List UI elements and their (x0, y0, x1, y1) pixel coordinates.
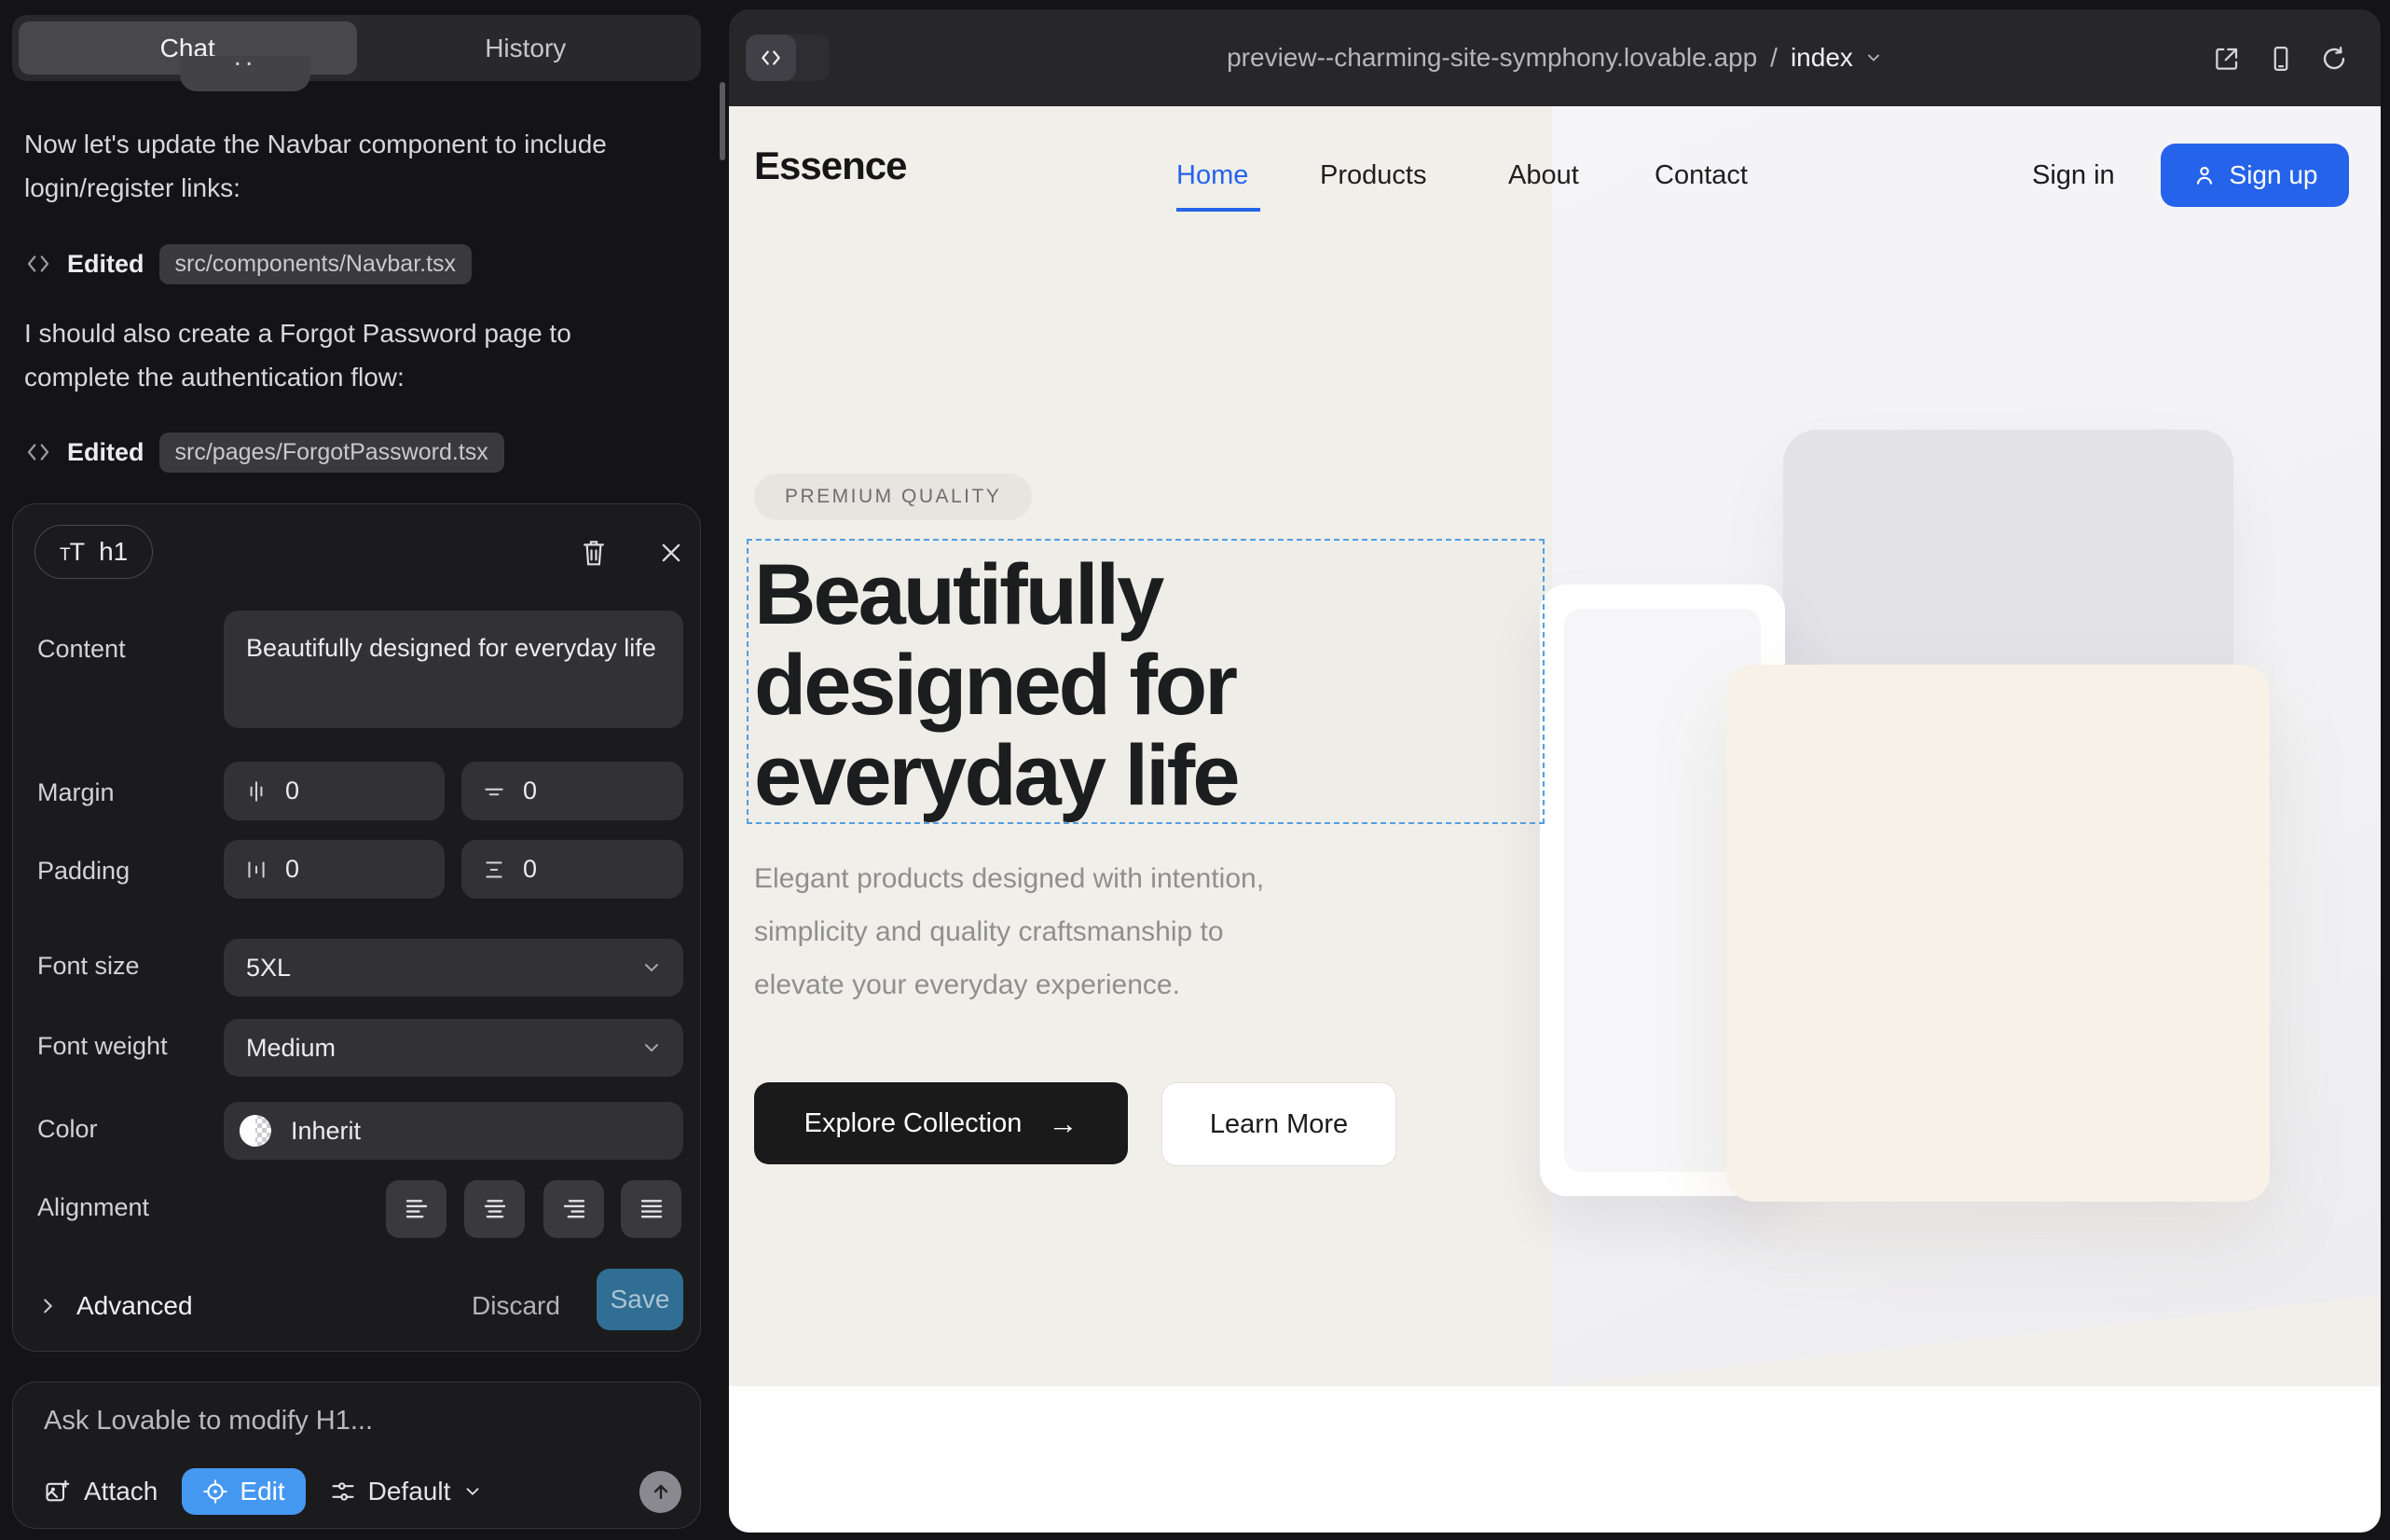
mobile-view-icon[interactable] (2267, 45, 2295, 73)
font-weight-label: Font weight (37, 1032, 168, 1061)
discard-button[interactable]: Discard (472, 1280, 560, 1332)
chat-composer: Ask Lovable to modify H1... Attach Edit (12, 1382, 701, 1529)
url-page: index (1791, 43, 1853, 73)
crosshair-icon (202, 1478, 228, 1505)
browser-chrome: preview--charming-site-symphony.lovable.… (729, 9, 2381, 106)
margin-x-input[interactable]: 0 (224, 762, 445, 820)
chevron-right-icon (37, 1296, 58, 1316)
mode-select[interactable]: Default (330, 1477, 484, 1506)
align-justify-button[interactable] (621, 1180, 681, 1238)
edited-file-chip[interactable]: src/pages/ForgotPassword.tsx (159, 433, 504, 473)
send-button[interactable] (639, 1471, 681, 1513)
color-select[interactable]: Inherit (224, 1102, 683, 1160)
padding-y-input[interactable]: 0 (461, 840, 683, 899)
edited-label: Edited (67, 250, 144, 279)
composer-toolbar: Attach Edit Default (44, 1468, 681, 1515)
sliders-icon (330, 1478, 356, 1505)
padding-label: Padding (37, 857, 130, 886)
url-domain: preview--charming-site-symphony.lovable.… (1227, 43, 1757, 73)
content-label: Content (37, 635, 126, 664)
signup-button[interactable]: Sign up (2161, 144, 2349, 207)
nav-link-home[interactable]: Home (1176, 160, 1248, 191)
margin-vertical-icon (482, 779, 506, 804)
lovable-sidebar: Chat History .. Now let's update the Nav… (0, 0, 727, 1540)
refresh-icon[interactable] (2320, 45, 2348, 73)
text-size-icon: TT (60, 538, 84, 567)
open-external-icon[interactable] (2213, 45, 2241, 73)
url-bar[interactable]: preview--charming-site-symphony.lovable.… (729, 9, 2381, 106)
code-icon (24, 250, 52, 278)
url-separator: / (1770, 43, 1778, 73)
chat-message: I should also create a Forgot Password p… (24, 311, 658, 399)
tab-history[interactable]: History (357, 21, 695, 75)
image-plus-icon (44, 1478, 70, 1505)
decor-card-cream (1726, 665, 2270, 1202)
margin-y-input[interactable]: 0 (461, 762, 683, 820)
element-editor-panel: TT h1 Content Beautifully designed for e… (12, 503, 701, 1352)
attach-button[interactable]: Attach (44, 1477, 158, 1506)
user-icon (2192, 163, 2217, 187)
font-weight-select[interactable]: Medium (224, 1019, 683, 1077)
edited-file-chip[interactable]: src/components/Navbar.tsx (159, 244, 473, 284)
code-icon (24, 438, 52, 466)
font-size-select[interactable]: 5XL (224, 939, 683, 997)
arrow-right-icon: → (1048, 1107, 1078, 1141)
preview-site: Essence Home Products About Contact Sign… (729, 106, 2381, 1533)
preview-browser-frame: preview--charming-site-symphony.lovable.… (729, 9, 2381, 1533)
font-size-label: Font size (37, 952, 140, 981)
sidebar-tabbar: Chat History (12, 15, 701, 81)
align-right-button[interactable] (543, 1180, 604, 1238)
margin-horizontal-icon (244, 779, 268, 804)
align-left-button[interactable] (386, 1180, 446, 1238)
chevron-down-icon (640, 1037, 663, 1059)
chevron-down-icon (640, 956, 663, 979)
selected-element-pill[interactable]: TT h1 (34, 525, 153, 579)
color-swatch-icon (239, 1114, 272, 1148)
padding-horizontal-icon (244, 858, 268, 882)
hero-badge: PREMIUM QUALITY (754, 474, 1032, 520)
nav-active-underline (1176, 208, 1260, 212)
content-input[interactable]: Beautifully designed for everyday life (224, 611, 683, 728)
chevron-down-icon (1864, 48, 1883, 67)
hero-description: Elegant products designed with intention… (754, 852, 1264, 1011)
signin-link[interactable]: Sign in (2032, 160, 2115, 191)
close-icon[interactable] (654, 536, 688, 570)
chat-message: Now let's update the Navbar component to… (24, 122, 658, 210)
edited-label: Edited (67, 438, 144, 467)
padding-x-input[interactable]: 0 (224, 840, 445, 899)
save-button[interactable]: Save (597, 1269, 683, 1330)
learn-more-button[interactable]: Learn More (1161, 1082, 1396, 1166)
edited-file-row: Edited src/pages/ForgotPassword.tsx (24, 432, 504, 473)
composer-input[interactable]: Ask Lovable to modify H1... (44, 1406, 373, 1437)
alignment-label: Alignment (37, 1193, 149, 1222)
sidebar-scrollbar[interactable] (720, 82, 725, 160)
advanced-toggle[interactable]: Advanced (37, 1280, 193, 1332)
padding-vertical-icon (482, 858, 506, 882)
edited-file-row: Edited src/components/Navbar.tsx (24, 243, 472, 284)
element-selection-outline[interactable] (747, 539, 1545, 824)
chevron-down-icon (462, 1481, 483, 1502)
scrolled-clipped-chip: .. (180, 56, 310, 91)
color-label: Color (37, 1115, 98, 1144)
nav-link-about[interactable]: About (1508, 160, 1579, 191)
site-logo[interactable]: Essence (754, 144, 906, 188)
nav-link-contact[interactable]: Contact (1655, 160, 1748, 191)
nav-link-products[interactable]: Products (1320, 160, 1426, 191)
clipped-chip-dots: .. (180, 56, 310, 73)
delete-element-button[interactable] (577, 536, 611, 570)
element-tag-label: h1 (99, 537, 128, 567)
margin-label: Margin (37, 778, 115, 807)
align-center-button[interactable] (464, 1180, 525, 1238)
explore-collection-button[interactable]: Explore Collection → (754, 1082, 1128, 1164)
edit-mode-button[interactable]: Edit (182, 1468, 305, 1515)
